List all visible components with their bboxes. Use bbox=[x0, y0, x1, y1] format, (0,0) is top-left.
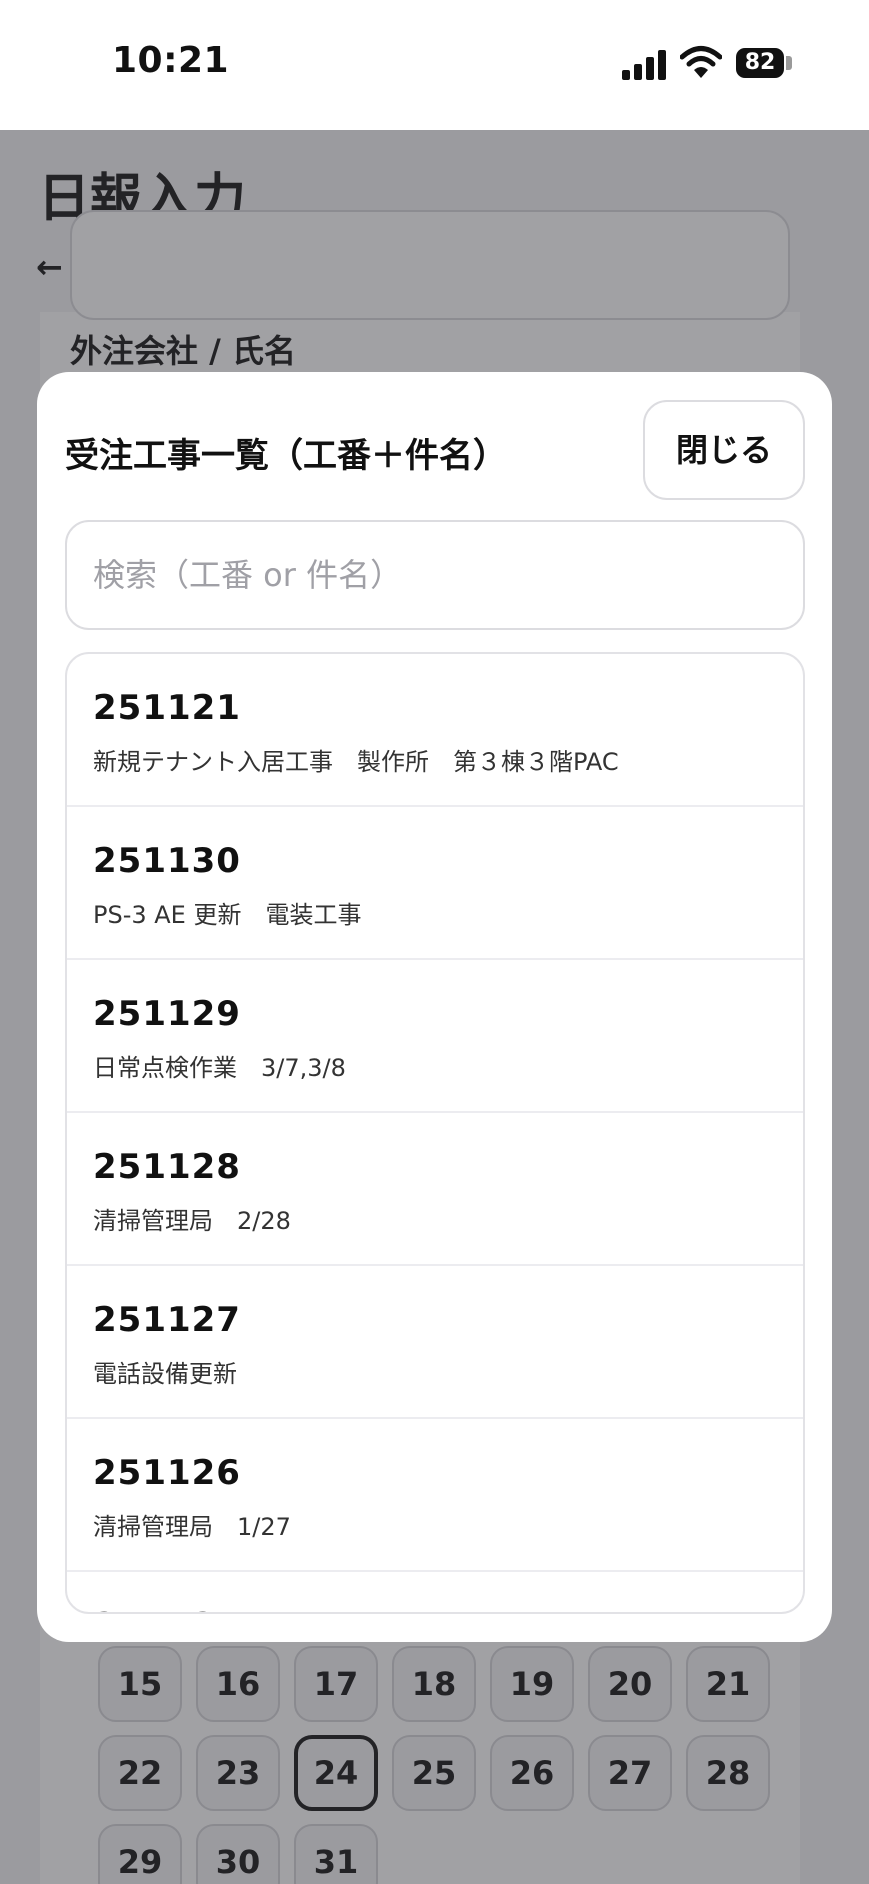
search-input[interactable] bbox=[65, 520, 805, 630]
job-name: PS-3 AE 更新 電装工事 bbox=[93, 901, 362, 929]
job-name: 電話設備更新 bbox=[93, 1360, 237, 1388]
job-number: 251125 bbox=[93, 1606, 803, 1612]
wifi-icon bbox=[680, 46, 722, 78]
job-number: 251127 bbox=[93, 1300, 241, 1340]
job-number: 251130 bbox=[93, 841, 241, 881]
cellular-signal-icon bbox=[622, 48, 668, 80]
job-name: 日常点検作業 3/7,3/8 bbox=[93, 1054, 346, 1082]
job-name: 清掃管理局 1/27 bbox=[93, 1513, 291, 1541]
job-list[interactable]: 251121 新規テナント入居工事 製作所 第３棟３階PAC 251130 PS… bbox=[65, 652, 805, 1614]
status-bar: 10:21 82 bbox=[0, 0, 869, 130]
job-name: 新規テナント入居工事 製作所 第３棟３階PAC bbox=[93, 748, 619, 776]
status-time: 10:21 bbox=[112, 40, 230, 81]
list-item[interactable]: 251130 PS-3 AE 更新 電装工事 bbox=[67, 807, 803, 960]
list-item[interactable]: 251129 日常点検作業 3/7,3/8 bbox=[67, 960, 803, 1113]
list-item[interactable]: 251126 清掃管理局 1/27 bbox=[67, 1419, 803, 1572]
job-number: 251126 bbox=[93, 1453, 241, 1493]
job-name: 清掃管理局 2/28 bbox=[93, 1207, 291, 1235]
job-number: 251129 bbox=[93, 994, 241, 1034]
list-item[interactable]: 251128 清掃管理局 2/28 bbox=[67, 1113, 803, 1266]
list-item[interactable]: 251121 新規テナント入居工事 製作所 第３棟３階PAC bbox=[67, 654, 803, 807]
modal-title: 受注工事一覧（工番＋件名） bbox=[65, 436, 507, 476]
battery-level: 82 bbox=[744, 50, 776, 75]
close-button[interactable]: 閉じる bbox=[643, 400, 805, 500]
battery-icon: 82 bbox=[736, 48, 784, 78]
job-number: 251121 bbox=[93, 688, 241, 728]
battery-tip bbox=[786, 56, 792, 70]
list-item[interactable]: 251125 bbox=[67, 1572, 803, 1612]
job-number: 251128 bbox=[93, 1147, 241, 1187]
job-list-modal: 受注工事一覧（工番＋件名） 閉じる 251121 新規テナント入居工事 製作所 … bbox=[37, 372, 832, 1642]
list-item[interactable]: 251127 電話設備更新 bbox=[67, 1266, 803, 1419]
